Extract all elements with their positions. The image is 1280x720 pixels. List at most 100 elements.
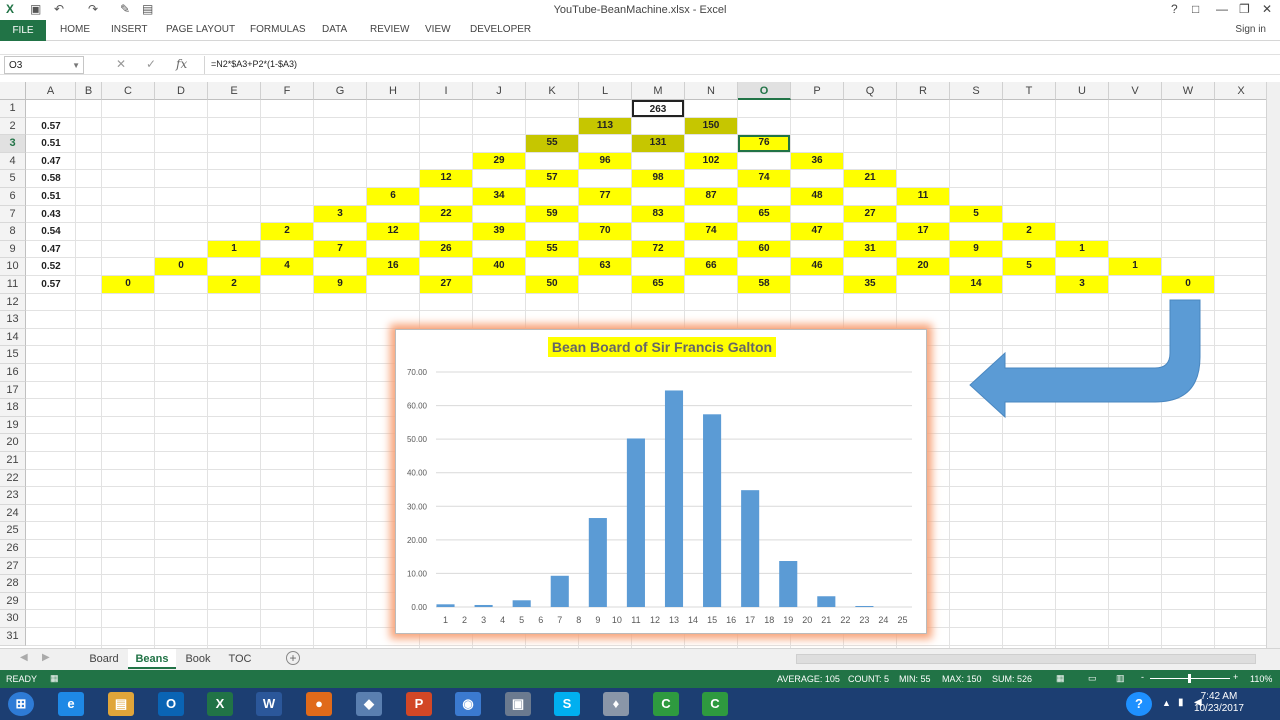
skype-icon[interactable]: S — [554, 692, 580, 716]
bean-cell-e11[interactable]: 2 — [208, 276, 260, 293]
bean-cell-q9[interactable]: 31 — [844, 240, 896, 258]
row-header-20[interactable]: 20 — [0, 434, 26, 452]
bean-cell-p6[interactable]: 48 — [791, 188, 843, 205]
column-header-m[interactable]: M — [632, 82, 685, 100]
scroll-right-icon[interactable]: ▶ — [42, 652, 50, 663]
close-button[interactable]: ✕ — [1262, 2, 1272, 16]
column-header-o[interactable]: O — [738, 82, 791, 100]
bean-cell-l6[interactable]: 77 — [579, 188, 631, 205]
bean-cell-t8[interactable]: 2 — [1003, 223, 1055, 240]
bean-cell-g7[interactable]: 3 — [314, 205, 366, 223]
bean-cell-n6[interactable]: 87 — [685, 188, 737, 205]
bean-cell-n10[interactable]: 66 — [685, 258, 737, 275]
sheet-tab-board[interactable]: Board — [82, 649, 126, 669]
column-header-l[interactable]: L — [579, 82, 632, 100]
enter-icon[interactable]: ✓ — [146, 57, 156, 71]
row-header-5[interactable]: 5 — [0, 170, 26, 188]
column-header-e[interactable]: E — [208, 82, 261, 100]
row-header-14[interactable]: 14 — [0, 328, 26, 347]
sign-in-link[interactable]: Sign in — [1235, 24, 1266, 35]
tab-view[interactable]: VIEW — [425, 24, 451, 35]
bean-cell-j6[interactable]: 34 — [473, 188, 525, 205]
bean-cell-n8[interactable]: 74 — [685, 223, 737, 240]
clock[interactable]: 7:42 AM 10/23/2017 — [1194, 691, 1244, 715]
minimize-button[interactable]: — — [1216, 2, 1228, 16]
probability-cell[interactable]: 0.57 — [26, 118, 76, 136]
zoom-in-button[interactable]: + — [1233, 672, 1238, 682]
zoom-slider-handle[interactable] — [1188, 674, 1191, 683]
bean-cell-p8[interactable]: 47 — [791, 223, 843, 240]
bean-cell-l10[interactable]: 63 — [579, 258, 631, 275]
bean-cell-u9[interactable]: 1 — [1056, 240, 1108, 258]
bean-cell-s11[interactable]: 14 — [950, 276, 1002, 293]
row-header-31[interactable]: 31 — [0, 628, 26, 646]
bean-cell-m1[interactable]: 263 — [632, 100, 684, 117]
column-header-x[interactable]: X — [1215, 82, 1266, 100]
column-header-j[interactable]: J — [473, 82, 526, 100]
row-header-4[interactable]: 4 — [0, 152, 26, 171]
bean-cell-k5[interactable]: 57 — [526, 170, 578, 187]
page-break-view-icon[interactable]: ▥ — [1116, 673, 1125, 684]
column-header-a[interactable]: A — [26, 82, 76, 100]
probability-cell[interactable]: 0.51 — [26, 135, 76, 153]
chart-bar-21[interactable] — [817, 596, 836, 607]
bean-cell-n2[interactable]: 150 — [685, 117, 737, 135]
tab-formulas[interactable]: FORMULAS — [250, 24, 306, 35]
bean-cell-c11[interactable]: 0 — [102, 276, 154, 293]
bean-cell-o11[interactable]: 58 — [738, 276, 790, 293]
bean-cell-m9[interactable]: 72 — [632, 240, 684, 258]
bean-cell-i5[interactable]: 12 — [420, 170, 472, 187]
network-icon[interactable]: ▮ — [1178, 697, 1184, 708]
tab-file[interactable]: FILE — [0, 20, 46, 41]
powerpoint-icon[interactable]: P — [406, 692, 432, 716]
column-header-f[interactable]: F — [261, 82, 314, 100]
chart-bar-13[interactable] — [664, 390, 684, 607]
column-header-d[interactable]: D — [155, 82, 208, 100]
chevron-down-icon[interactable]: ▼ — [72, 57, 80, 74]
column-header-v[interactable]: V — [1109, 82, 1162, 100]
row-header-30[interactable]: 30 — [0, 610, 26, 628]
bean-cell-k11[interactable]: 50 — [526, 276, 578, 293]
bean-cell-g11[interactable]: 9 — [314, 276, 366, 293]
tab-developer[interactable]: DEVELOPER — [470, 24, 531, 35]
sheet-tab-toc[interactable]: TOC — [220, 649, 260, 669]
chart-bar-5[interactable] — [512, 600, 531, 607]
zoom-level[interactable]: 110% — [1250, 674, 1272, 684]
bean-cell-h10[interactable]: 16 — [367, 258, 419, 275]
bean-cell-k9[interactable]: 55 — [526, 240, 578, 258]
tab-insert[interactable]: INSERT — [111, 24, 148, 35]
bean-cell-j10[interactable]: 40 — [473, 258, 525, 275]
column-header-n[interactable]: N — [685, 82, 738, 100]
column-header-g[interactable]: G — [314, 82, 367, 100]
bean-cell-u11[interactable]: 3 — [1056, 276, 1108, 293]
row-header-10[interactable]: 10 — [0, 258, 26, 276]
row-header-15[interactable]: 15 — [0, 346, 26, 364]
bean-cell-m3[interactable]: 131 — [632, 135, 684, 152]
start-icon[interactable]: ⊞ — [8, 692, 34, 716]
probability-cell[interactable]: 0.57 — [26, 276, 76, 294]
bean-cell-r10[interactable]: 20 — [897, 258, 949, 275]
cancel-icon[interactable]: ✕ — [116, 57, 126, 71]
help-button[interactable]: ? — [1171, 2, 1178, 16]
row-header-8[interactable]: 8 — [0, 223, 26, 241]
chart-bar-17[interactable] — [741, 490, 760, 607]
ribbon-display-button[interactable]: □ — [1192, 2, 1199, 16]
bean-cell-j8[interactable]: 39 — [473, 223, 525, 240]
row-header-11[interactable]: 11 — [0, 276, 26, 294]
bean-cell-n4[interactable]: 102 — [685, 152, 737, 170]
chart-bar-1[interactable] — [436, 604, 455, 607]
bean-cell-m7[interactable]: 83 — [632, 205, 684, 223]
tab-page-layout[interactable]: PAGE LAYOUT — [166, 24, 235, 35]
row-header-2[interactable]: 2 — [0, 117, 26, 136]
bean-cell-r6[interactable]: 11 — [897, 188, 949, 205]
tab-home[interactable]: HOME — [60, 24, 90, 35]
app3-icon[interactable]: ▣ — [505, 692, 531, 716]
column-header-b[interactable]: B — [76, 82, 102, 100]
bean-cell-h8[interactable]: 12 — [367, 223, 419, 240]
column-header-h[interactable]: H — [367, 82, 420, 100]
bean-cell-k7[interactable]: 59 — [526, 205, 578, 223]
zoom-out-button[interactable]: - — [1141, 672, 1144, 682]
column-header-t[interactable]: T — [1003, 82, 1056, 100]
bean-cell-s9[interactable]: 9 — [950, 240, 1002, 258]
insert-function-icon[interactable]: fx — [176, 57, 187, 71]
